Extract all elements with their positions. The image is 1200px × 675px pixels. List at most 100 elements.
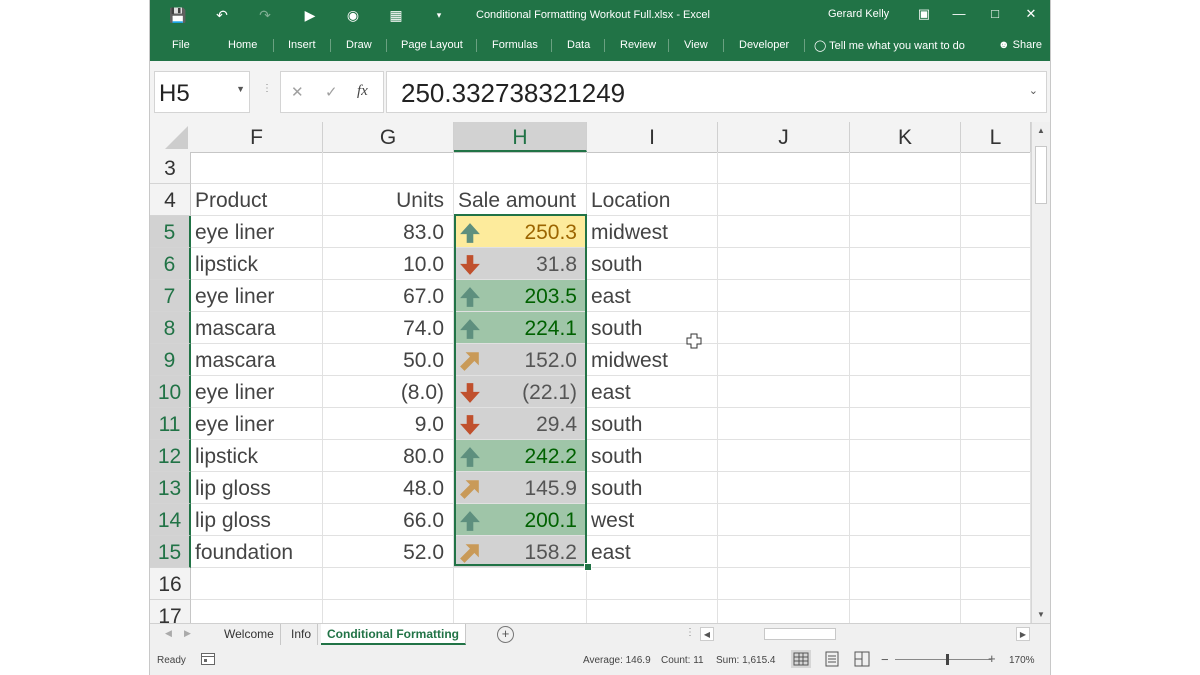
column-header-k[interactable]: K bbox=[850, 122, 961, 152]
cell-l10[interactable] bbox=[961, 376, 1031, 408]
cell-l3[interactable] bbox=[961, 152, 1031, 184]
row-header[interactable]: 13 bbox=[150, 472, 191, 504]
cell-j17[interactable] bbox=[718, 600, 850, 623]
cell-k16[interactable] bbox=[850, 568, 961, 600]
cell-j5[interactable] bbox=[718, 216, 850, 248]
cell-l16[interactable] bbox=[961, 568, 1031, 600]
row-header[interactable]: 15 bbox=[150, 536, 191, 568]
cell-j13[interactable] bbox=[718, 472, 850, 504]
column-header-l[interactable]: L bbox=[961, 122, 1031, 152]
customize-qat-icon[interactable]: ▾ bbox=[430, 6, 448, 24]
column-header-f[interactable]: F bbox=[191, 122, 323, 152]
cell-f11[interactable]: eye liner bbox=[191, 408, 323, 440]
cell-l8[interactable] bbox=[961, 312, 1031, 344]
cell-l15[interactable] bbox=[961, 536, 1031, 568]
tab-file[interactable]: File bbox=[172, 39, 190, 51]
cell-i16[interactable] bbox=[587, 568, 718, 600]
cell-j3[interactable] bbox=[718, 152, 850, 184]
status-sum[interactable]: Sum: 1,615.4 bbox=[716, 655, 775, 666]
cell-h6[interactable]: 31.8 bbox=[454, 248, 587, 280]
cell-k7[interactable] bbox=[850, 280, 961, 312]
cell-g14[interactable]: 66.0 bbox=[323, 504, 454, 536]
cell-f6[interactable]: lipstick bbox=[191, 248, 323, 280]
row-header[interactable]: 10 bbox=[150, 376, 191, 408]
cell-f3[interactable] bbox=[191, 152, 323, 184]
cell-h17[interactable] bbox=[454, 600, 587, 623]
name-box[interactable]: H5 ▼ bbox=[154, 71, 250, 113]
tell-me-search[interactable]: ◯ Tell me what you want to do bbox=[814, 39, 965, 52]
cell-k10[interactable] bbox=[850, 376, 961, 408]
cell-l7[interactable] bbox=[961, 280, 1031, 312]
select-all-corner[interactable] bbox=[150, 122, 191, 152]
formula-bar-grip-icon[interactable]: ⋮ bbox=[262, 83, 272, 94]
row-header[interactable]: 6 bbox=[150, 248, 191, 280]
cell-k4[interactable] bbox=[850, 184, 961, 216]
page-break-preview-icon[interactable] bbox=[852, 650, 872, 668]
cell-j9[interactable] bbox=[718, 344, 850, 376]
sheet-next-icon[interactable]: ▶ bbox=[184, 628, 191, 639]
cell-l11[interactable] bbox=[961, 408, 1031, 440]
tab-split-grip-icon[interactable]: ⋮ bbox=[685, 627, 695, 638]
cell-j12[interactable] bbox=[718, 440, 850, 472]
row-header[interactable]: 8 bbox=[150, 312, 191, 344]
cell-i12[interactable]: south bbox=[587, 440, 718, 472]
zoom-out-icon[interactable]: − bbox=[881, 652, 889, 667]
scroll-right-icon[interactable]: ▶ bbox=[1016, 627, 1030, 641]
status-average[interactable]: Average: 146.9 bbox=[583, 655, 651, 666]
cell-g11[interactable]: 9.0 bbox=[323, 408, 454, 440]
close-icon[interactable]: ✕ bbox=[1020, 4, 1042, 24]
cell-i5[interactable]: midwest bbox=[587, 216, 718, 248]
tab-review[interactable]: Review bbox=[620, 39, 656, 51]
cell-h9[interactable]: 152.0 bbox=[454, 344, 587, 376]
fill-handle[interactable] bbox=[584, 563, 592, 571]
row-header[interactable]: 12 bbox=[150, 440, 191, 472]
cell-f12[interactable]: lipstick bbox=[191, 440, 323, 472]
cell-l9[interactable] bbox=[961, 344, 1031, 376]
sheet-prev-icon[interactable]: ◀ bbox=[165, 628, 172, 639]
cell-k8[interactable] bbox=[850, 312, 961, 344]
cell-j14[interactable] bbox=[718, 504, 850, 536]
cell-l13[interactable] bbox=[961, 472, 1031, 504]
tab-insert[interactable]: Insert bbox=[288, 39, 316, 51]
zoom-slider[interactable] bbox=[895, 659, 991, 660]
cell-i11[interactable]: south bbox=[587, 408, 718, 440]
cell-h14[interactable]: 200.1 bbox=[454, 504, 587, 536]
user-name[interactable]: Gerard Kelly bbox=[828, 8, 889, 20]
column-header-g[interactable]: G bbox=[323, 122, 454, 152]
tab-home[interactable]: Home bbox=[228, 39, 257, 51]
save-icon[interactable]: 💾 bbox=[169, 6, 187, 24]
cell-j10[interactable] bbox=[718, 376, 850, 408]
cell-j6[interactable] bbox=[718, 248, 850, 280]
cell-k6[interactable] bbox=[850, 248, 961, 280]
cell-g10[interactable]: (8.0) bbox=[323, 376, 454, 408]
cell-g9[interactable]: 50.0 bbox=[323, 344, 454, 376]
enter-icon[interactable]: ✓ bbox=[325, 83, 338, 101]
sheet-tab-info[interactable]: Info bbox=[285, 624, 319, 645]
cancel-icon[interactable]: ✕ bbox=[291, 83, 304, 101]
cell-g17[interactable] bbox=[323, 600, 454, 623]
cell-h16[interactable] bbox=[454, 568, 587, 600]
zoom-level[interactable]: 170% bbox=[1009, 655, 1035, 666]
column-header-i[interactable]: I bbox=[587, 122, 718, 152]
cell-l17[interactable] bbox=[961, 600, 1031, 623]
vertical-scrollbar[interactable]: ▲ ▼ bbox=[1031, 122, 1050, 623]
camera-icon[interactable]: ◉ bbox=[344, 6, 362, 24]
ribbon-display-options-icon[interactable]: ▣ bbox=[913, 4, 935, 24]
cell-i3[interactable] bbox=[587, 152, 718, 184]
cell-f8[interactable]: mascara bbox=[191, 312, 323, 344]
cell-k9[interactable] bbox=[850, 344, 961, 376]
cell-l14[interactable] bbox=[961, 504, 1031, 536]
cell-k17[interactable] bbox=[850, 600, 961, 623]
cell-g13[interactable]: 48.0 bbox=[323, 472, 454, 504]
horizontal-scroll-thumb[interactable] bbox=[764, 628, 836, 640]
undo-icon[interactable]: ↶ bbox=[213, 6, 231, 24]
cell-f4[interactable]: Product bbox=[191, 184, 323, 216]
minimize-icon[interactable]: — bbox=[948, 4, 970, 24]
page-layout-view-icon[interactable] bbox=[822, 650, 842, 668]
column-header-j[interactable]: J bbox=[718, 122, 850, 152]
cell-g4[interactable]: Units bbox=[323, 184, 454, 216]
cell-k13[interactable] bbox=[850, 472, 961, 504]
cell-h12[interactable]: 242.2 bbox=[454, 440, 587, 472]
cell-h4[interactable]: Sale amount bbox=[454, 184, 587, 216]
scroll-left-icon[interactable]: ◀ bbox=[700, 627, 714, 641]
